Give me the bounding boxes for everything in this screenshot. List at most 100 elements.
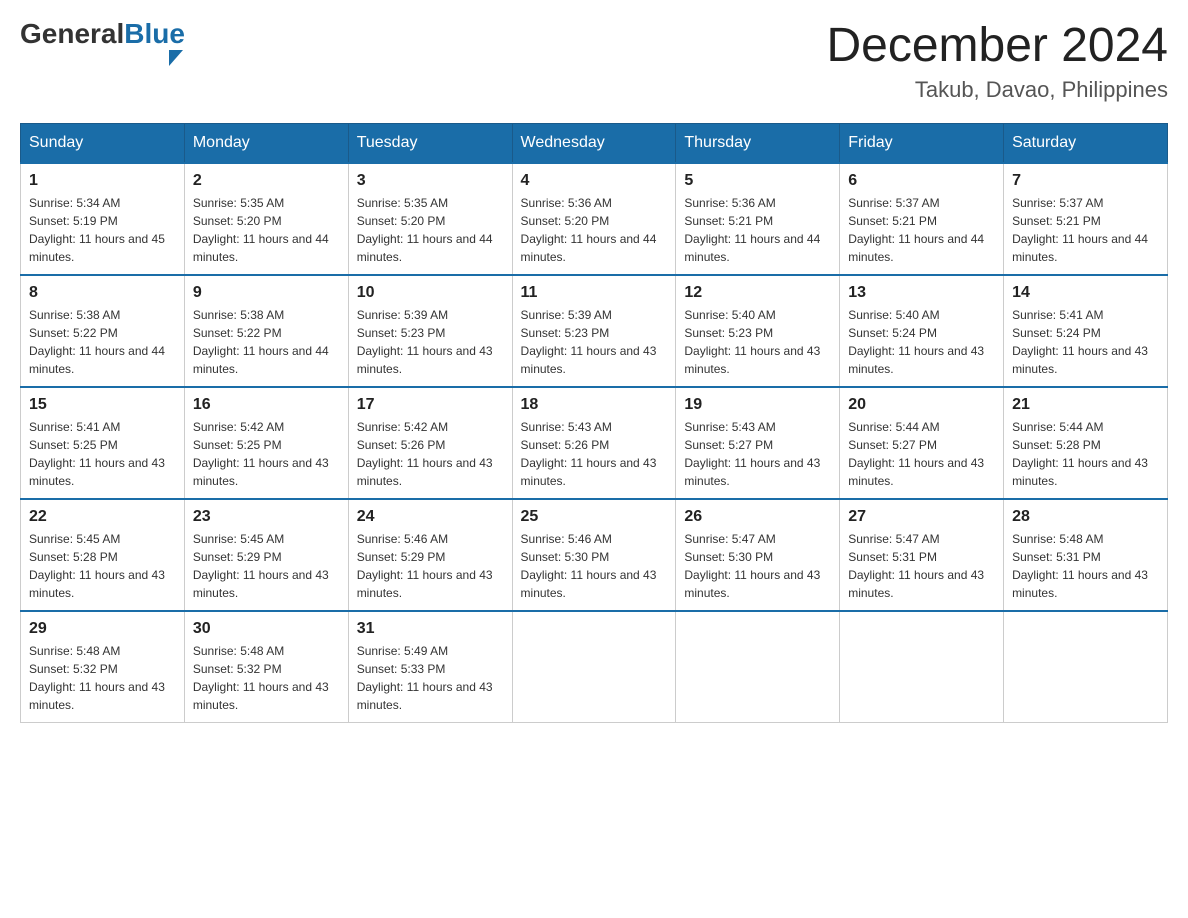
- day-number: 19: [684, 396, 831, 414]
- logo: General Blue: [20, 20, 185, 66]
- day-info: Sunrise: 5:41 AMSunset: 5:24 PMDaylight:…: [1012, 306, 1159, 378]
- day-number: 6: [848, 172, 995, 190]
- day-info: Sunrise: 5:42 AMSunset: 5:25 PMDaylight:…: [193, 418, 340, 490]
- day-info: Sunrise: 5:39 AMSunset: 5:23 PMDaylight:…: [357, 306, 504, 378]
- day-number: 15: [29, 396, 176, 414]
- list-item: 31 Sunrise: 5:49 AMSunset: 5:33 PMDaylig…: [348, 611, 512, 723]
- table-row: 8 Sunrise: 5:38 AMSunset: 5:22 PMDayligh…: [21, 275, 1168, 387]
- day-info: Sunrise: 5:39 AMSunset: 5:23 PMDaylight:…: [521, 306, 668, 378]
- day-info: Sunrise: 5:38 AMSunset: 5:22 PMDaylight:…: [29, 306, 176, 378]
- day-info: Sunrise: 5:34 AMSunset: 5:19 PMDaylight:…: [29, 194, 176, 266]
- day-number: 9: [193, 284, 340, 302]
- day-number: 26: [684, 508, 831, 526]
- list-item: 21 Sunrise: 5:44 AMSunset: 5:28 PMDaylig…: [1004, 387, 1168, 499]
- day-info: Sunrise: 5:35 AMSunset: 5:20 PMDaylight:…: [357, 194, 504, 266]
- list-item: 24 Sunrise: 5:46 AMSunset: 5:29 PMDaylig…: [348, 499, 512, 611]
- day-info: Sunrise: 5:48 AMSunset: 5:32 PMDaylight:…: [29, 642, 176, 714]
- list-item: 11 Sunrise: 5:39 AMSunset: 5:23 PMDaylig…: [512, 275, 676, 387]
- list-item: 22 Sunrise: 5:45 AMSunset: 5:28 PMDaylig…: [21, 499, 185, 611]
- col-wednesday: Wednesday: [512, 123, 676, 163]
- day-number: 23: [193, 508, 340, 526]
- list-item: 27 Sunrise: 5:47 AMSunset: 5:31 PMDaylig…: [840, 499, 1004, 611]
- day-info: Sunrise: 5:37 AMSunset: 5:21 PMDaylight:…: [1012, 194, 1159, 266]
- list-item: 15 Sunrise: 5:41 AMSunset: 5:25 PMDaylig…: [21, 387, 185, 499]
- day-info: Sunrise: 5:38 AMSunset: 5:22 PMDaylight:…: [193, 306, 340, 378]
- logo-blue-text: Blue: [124, 20, 185, 48]
- list-item: [840, 611, 1004, 723]
- day-info: Sunrise: 5:36 AMSunset: 5:21 PMDaylight:…: [684, 194, 831, 266]
- table-row: 22 Sunrise: 5:45 AMSunset: 5:28 PMDaylig…: [21, 499, 1168, 611]
- day-number: 20: [848, 396, 995, 414]
- list-item: 19 Sunrise: 5:43 AMSunset: 5:27 PMDaylig…: [676, 387, 840, 499]
- day-number: 3: [357, 172, 504, 190]
- list-item: [1004, 611, 1168, 723]
- list-item: [676, 611, 840, 723]
- day-info: Sunrise: 5:44 AMSunset: 5:28 PMDaylight:…: [1012, 418, 1159, 490]
- day-number: 24: [357, 508, 504, 526]
- list-item: 12 Sunrise: 5:40 AMSunset: 5:23 PMDaylig…: [676, 275, 840, 387]
- list-item: 28 Sunrise: 5:48 AMSunset: 5:31 PMDaylig…: [1004, 499, 1168, 611]
- day-info: Sunrise: 5:43 AMSunset: 5:26 PMDaylight:…: [521, 418, 668, 490]
- list-item: 13 Sunrise: 5:40 AMSunset: 5:24 PMDaylig…: [840, 275, 1004, 387]
- day-number: 25: [521, 508, 668, 526]
- list-item: 4 Sunrise: 5:36 AMSunset: 5:20 PMDayligh…: [512, 163, 676, 275]
- day-info: Sunrise: 5:45 AMSunset: 5:29 PMDaylight:…: [193, 530, 340, 602]
- day-info: Sunrise: 5:43 AMSunset: 5:27 PMDaylight:…: [684, 418, 831, 490]
- list-item: 5 Sunrise: 5:36 AMSunset: 5:21 PMDayligh…: [676, 163, 840, 275]
- month-year-title: December 2024: [826, 20, 1168, 73]
- logo-general-text: General: [20, 20, 124, 48]
- day-number: 5: [684, 172, 831, 190]
- list-item: 26 Sunrise: 5:47 AMSunset: 5:30 PMDaylig…: [676, 499, 840, 611]
- list-item: 25 Sunrise: 5:46 AMSunset: 5:30 PMDaylig…: [512, 499, 676, 611]
- day-info: Sunrise: 5:35 AMSunset: 5:20 PMDaylight:…: [193, 194, 340, 266]
- table-row: 29 Sunrise: 5:48 AMSunset: 5:32 PMDaylig…: [21, 611, 1168, 723]
- day-number: 4: [521, 172, 668, 190]
- calendar-table: Sunday Monday Tuesday Wednesday Thursday…: [20, 123, 1168, 723]
- day-number: 10: [357, 284, 504, 302]
- day-number: 30: [193, 620, 340, 638]
- day-info: Sunrise: 5:48 AMSunset: 5:32 PMDaylight:…: [193, 642, 340, 714]
- day-number: 31: [357, 620, 504, 638]
- day-info: Sunrise: 5:49 AMSunset: 5:33 PMDaylight:…: [357, 642, 504, 714]
- col-monday: Monday: [184, 123, 348, 163]
- day-info: Sunrise: 5:44 AMSunset: 5:27 PMDaylight:…: [848, 418, 995, 490]
- list-item: 7 Sunrise: 5:37 AMSunset: 5:21 PMDayligh…: [1004, 163, 1168, 275]
- calendar-header-row: Sunday Monday Tuesday Wednesday Thursday…: [21, 123, 1168, 163]
- day-info: Sunrise: 5:40 AMSunset: 5:24 PMDaylight:…: [848, 306, 995, 378]
- list-item: 9 Sunrise: 5:38 AMSunset: 5:22 PMDayligh…: [184, 275, 348, 387]
- col-friday: Friday: [840, 123, 1004, 163]
- day-number: 8: [29, 284, 176, 302]
- list-item: 18 Sunrise: 5:43 AMSunset: 5:26 PMDaylig…: [512, 387, 676, 499]
- day-info: Sunrise: 5:46 AMSunset: 5:29 PMDaylight:…: [357, 530, 504, 602]
- table-row: 15 Sunrise: 5:41 AMSunset: 5:25 PMDaylig…: [21, 387, 1168, 499]
- col-thursday: Thursday: [676, 123, 840, 163]
- list-item: 23 Sunrise: 5:45 AMSunset: 5:29 PMDaylig…: [184, 499, 348, 611]
- title-section: December 2024 Takub, Davao, Philippines: [826, 20, 1168, 103]
- col-tuesday: Tuesday: [348, 123, 512, 163]
- col-sunday: Sunday: [21, 123, 185, 163]
- table-row: 1 Sunrise: 5:34 AMSunset: 5:19 PMDayligh…: [21, 163, 1168, 275]
- day-number: 21: [1012, 396, 1159, 414]
- list-item: [512, 611, 676, 723]
- day-info: Sunrise: 5:47 AMSunset: 5:30 PMDaylight:…: [684, 530, 831, 602]
- day-info: Sunrise: 5:36 AMSunset: 5:20 PMDaylight:…: [521, 194, 668, 266]
- day-number: 12: [684, 284, 831, 302]
- day-number: 28: [1012, 508, 1159, 526]
- list-item: 29 Sunrise: 5:48 AMSunset: 5:32 PMDaylig…: [21, 611, 185, 723]
- day-info: Sunrise: 5:37 AMSunset: 5:21 PMDaylight:…: [848, 194, 995, 266]
- day-info: Sunrise: 5:45 AMSunset: 5:28 PMDaylight:…: [29, 530, 176, 602]
- day-number: 2: [193, 172, 340, 190]
- day-number: 27: [848, 508, 995, 526]
- day-number: 18: [521, 396, 668, 414]
- day-number: 17: [357, 396, 504, 414]
- day-info: Sunrise: 5:46 AMSunset: 5:30 PMDaylight:…: [521, 530, 668, 602]
- location-subtitle: Takub, Davao, Philippines: [826, 77, 1168, 103]
- list-item: 3 Sunrise: 5:35 AMSunset: 5:20 PMDayligh…: [348, 163, 512, 275]
- list-item: 14 Sunrise: 5:41 AMSunset: 5:24 PMDaylig…: [1004, 275, 1168, 387]
- list-item: 2 Sunrise: 5:35 AMSunset: 5:20 PMDayligh…: [184, 163, 348, 275]
- day-number: 11: [521, 284, 668, 302]
- col-saturday: Saturday: [1004, 123, 1168, 163]
- list-item: 20 Sunrise: 5:44 AMSunset: 5:27 PMDaylig…: [840, 387, 1004, 499]
- list-item: 10 Sunrise: 5:39 AMSunset: 5:23 PMDaylig…: [348, 275, 512, 387]
- list-item: 30 Sunrise: 5:48 AMSunset: 5:32 PMDaylig…: [184, 611, 348, 723]
